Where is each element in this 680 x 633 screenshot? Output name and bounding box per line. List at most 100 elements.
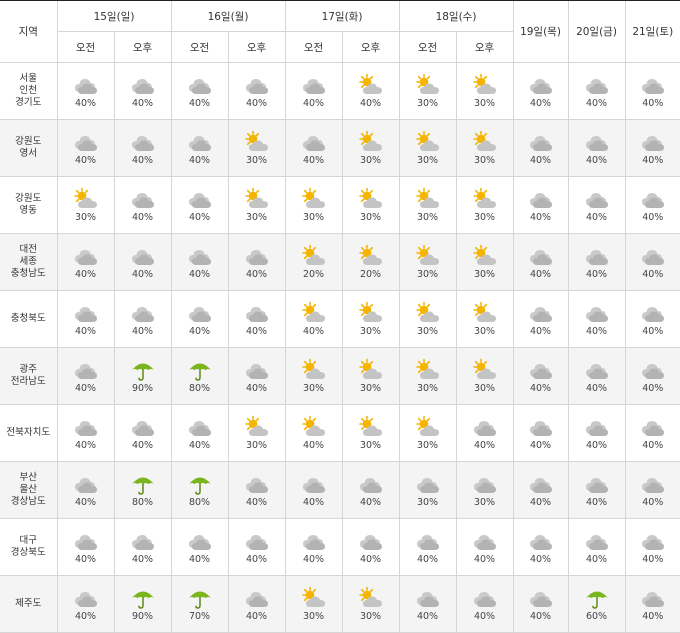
partly-sunny-icon	[301, 586, 327, 610]
precip-probability: 30%	[74, 212, 97, 223]
precip-probability: 30%	[473, 155, 496, 166]
cloudy-icon	[415, 586, 441, 610]
precip-probability: 40%	[131, 326, 154, 337]
precip-probability: 40%	[642, 440, 664, 451]
region-name: 광주 전라남도	[0, 347, 57, 405]
forecast-cell: 20%	[341, 233, 399, 291]
precip-probability: 40%	[585, 383, 608, 394]
forecast-cell: 30%	[227, 119, 285, 177]
forecast-cell: 30%	[455, 62, 513, 120]
partly-sunny-icon	[358, 301, 384, 325]
forecast-cell: 40%	[567, 62, 625, 120]
precip-probability: 40%	[642, 269, 664, 280]
forecast-cell: 40%	[567, 290, 625, 348]
precip-probability: 40%	[416, 611, 439, 622]
cloudy-icon	[244, 586, 270, 610]
precip-probability: 40%	[302, 155, 325, 166]
cloudy-icon	[73, 415, 99, 439]
umbrella-rain-icon	[130, 586, 156, 610]
day-header-15: 15일(일)	[56, 0, 171, 32]
cloudy-icon	[130, 301, 156, 325]
pm-header: 오후	[113, 31, 171, 63]
precip-probability: 40%	[245, 554, 268, 565]
precip-probability: 40%	[74, 326, 97, 337]
precip-probability: 30%	[473, 383, 496, 394]
precip-probability: 40%	[359, 554, 382, 565]
forecast-row: 서울 인천 경기도 40% 40% 40% 40% 40% 40% 30% 30% 40% 40% 4…	[0, 62, 680, 120]
umbrella-rain-icon	[584, 586, 610, 610]
cloudy-icon	[472, 415, 498, 439]
precip-probability: 30%	[473, 269, 496, 280]
cloudy-icon	[187, 244, 213, 268]
forecast-cell: 40%	[512, 461, 568, 519]
partly-sunny-icon	[358, 73, 384, 97]
cloudy-icon	[640, 358, 666, 382]
table-header: 지역 15일(일) 16일(월) 17일(화) 18일(수) 19일(목) 20…	[0, 0, 680, 63]
partly-sunny-icon	[301, 358, 327, 382]
precip-probability: 40%	[245, 383, 268, 394]
precip-probability: 30%	[473, 212, 496, 223]
partly-sunny-icon	[472, 130, 498, 154]
cloudy-icon	[244, 529, 270, 553]
precip-probability: 30%	[359, 611, 382, 622]
cloudy-icon	[640, 415, 666, 439]
precip-probability: 40%	[473, 554, 496, 565]
precip-probability: 40%	[529, 326, 552, 337]
precip-probability: 30%	[302, 212, 325, 223]
cloudy-icon	[528, 586, 554, 610]
forecast-cell: 40%	[624, 404, 680, 462]
forecast-cell: 30%	[341, 575, 399, 633]
cloudy-icon	[528, 529, 554, 553]
forecast-cell: 30%	[455, 347, 513, 405]
forecast-cell: 40%	[113, 119, 171, 177]
precip-probability: 40%	[188, 326, 211, 337]
precip-probability: 40%	[585, 269, 608, 280]
forecast-cell: 40%	[227, 233, 285, 291]
forecast-cell: 70%	[170, 575, 228, 633]
precip-probability: 40%	[74, 497, 97, 508]
precip-probability: 40%	[642, 326, 664, 337]
precip-probability: 40%	[359, 98, 382, 109]
forecast-cell: 40%	[170, 518, 228, 576]
forecast-cell: 80%	[113, 461, 171, 519]
cloudy-icon	[301, 529, 327, 553]
cloudy-icon	[640, 472, 666, 496]
forecast-cell: 30%	[398, 290, 456, 348]
cloudy-icon	[584, 187, 610, 211]
day-header-17: 17일(화)	[284, 0, 399, 32]
forecast-cell: 40%	[567, 404, 625, 462]
precip-probability: 80%	[131, 497, 154, 508]
partly-sunny-icon	[358, 358, 384, 382]
cloudy-icon	[640, 73, 666, 97]
pm-header: 오후	[455, 31, 513, 63]
forecast-cell: 30%	[227, 176, 285, 234]
cloudy-icon	[73, 586, 99, 610]
partly-sunny-icon	[415, 73, 441, 97]
forecast-cell: 40%	[170, 176, 228, 234]
precip-probability: 80%	[188, 383, 211, 394]
forecast-row: 충청북도 40% 40% 40% 40% 40% 30% 30% 30% 40% 40% 40%	[0, 290, 680, 348]
cloudy-icon	[301, 130, 327, 154]
forecast-row: 강원도 영서 40% 40% 40% 30% 40% 30% 30% 30% 40% 40% 40%	[0, 119, 680, 177]
precip-probability: 40%	[529, 269, 552, 280]
forecast-cell: 40%	[227, 347, 285, 405]
precip-probability: 40%	[131, 98, 154, 109]
precip-probability: 40%	[74, 611, 97, 622]
forecast-cell: 90%	[113, 575, 171, 633]
cloudy-icon	[130, 244, 156, 268]
precip-probability: 40%	[585, 440, 608, 451]
precip-probability: 30%	[473, 497, 496, 508]
forecast-cell: 40%	[113, 176, 171, 234]
forecast-cell: 40%	[170, 119, 228, 177]
forecast-cell: 40%	[227, 62, 285, 120]
precip-probability: 40%	[585, 326, 608, 337]
cloudy-icon	[415, 472, 441, 496]
precip-probability: 40%	[529, 440, 552, 451]
precip-probability: 30%	[245, 212, 268, 223]
cloudy-icon	[244, 472, 270, 496]
precip-probability: 40%	[245, 497, 268, 508]
precip-probability: 40%	[473, 611, 496, 622]
forecast-cell: 40%	[113, 62, 171, 120]
forecast-cell: 40%	[567, 233, 625, 291]
cloudy-icon	[358, 472, 384, 496]
